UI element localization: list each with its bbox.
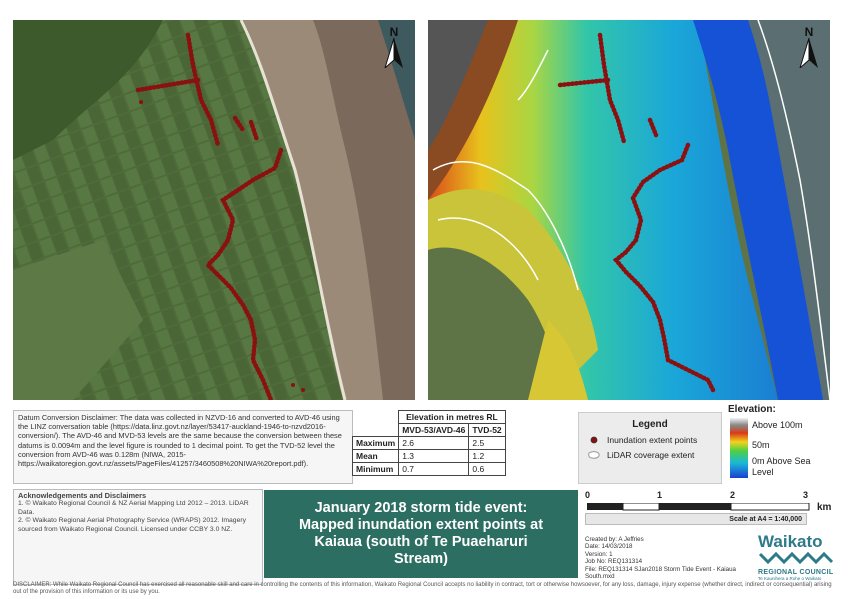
ack-line: 2. © Waikato Regional Aerial Photography… — [18, 517, 247, 533]
scale-unit: km — [817, 502, 832, 513]
title-line: Kaiaua (south of Te Puaeharuri — [314, 534, 528, 550]
logo-tagline: Te Kaunihera a Rohe o Waikato — [758, 576, 822, 581]
lidar-elevation — [428, 20, 830, 400]
legend-title: Legend — [632, 419, 668, 430]
scale-tick: 1 — [657, 490, 663, 500]
elevation-low: 0m Above Sea — [752, 456, 811, 466]
table-cell: 0.7 — [398, 462, 470, 476]
legend-item-lidar: LiDAR coverage extent — [587, 450, 721, 460]
north-arrow-icon — [384, 38, 403, 68]
meta-line: File: REQ131314 SJan2018 Storm Tide Even… — [585, 565, 736, 581]
title-line: January 2018 storm tide event: — [314, 500, 528, 516]
north-label: N — [389, 25, 399, 39]
row-label: Minimum — [351, 462, 400, 476]
table-blank — [352, 423, 400, 437]
datum-disclaimer: Datum Conversion Disclaimer: The data wa… — [13, 410, 353, 484]
lidar-extent-icon — [588, 451, 600, 459]
ack-line: 1. © Waikato Regional Council & NZ Aeria… — [18, 500, 249, 516]
table-cell: 0.6 — [468, 462, 506, 476]
legend-lidar-label: LiDAR coverage extent — [607, 450, 695, 460]
meta-line: Job No: REQ131314 — [585, 558, 643, 566]
title-line: Stream) — [394, 551, 448, 567]
legend: Legend Inundation extent points LiDAR co… — [578, 412, 722, 484]
scale-text: Scale at A4 = 1:40,000 — [585, 513, 807, 525]
meta-line: Created by: A Jeffries — [585, 536, 644, 543]
table-cell: 1.3 — [398, 449, 470, 463]
north-label: N — [804, 25, 814, 39]
logo-wave-icon — [758, 551, 834, 565]
table-cell: 2.6 — [398, 436, 470, 450]
row-label: Maximum — [351, 436, 400, 450]
elevation-mid: 50m — [752, 440, 770, 450]
table-cell: 2.5 — [468, 436, 506, 450]
row-label: Mean — [351, 449, 400, 463]
scale-tick: 0 — [585, 490, 591, 500]
elevation-low-2: Level — [752, 467, 774, 477]
north-arrow-icon — [799, 38, 818, 68]
table-row: Maximum 2.6 2.5 — [351, 436, 506, 450]
aerial-imagery — [13, 20, 415, 400]
north-arrow-left: N — [383, 26, 405, 70]
point-marker-icon — [590, 436, 598, 444]
footer-disclaimer: DISCLAIMER: While Waikato Regional Counc… — [13, 582, 832, 596]
table-corner — [353, 411, 399, 424]
elevation-color-ramp — [730, 418, 748, 478]
scale-tick: 3 — [803, 490, 809, 500]
acknowledgements: Acknowledgements and Disclaimers 1. © Wa… — [13, 489, 263, 585]
table-row: Mean 1.3 1.2 — [351, 449, 506, 463]
scale-bar: 0 1 2 3 km Scale at A4 = 1:40,000 — [585, 490, 835, 530]
north-arrow-right: N — [798, 26, 820, 70]
map-metadata: Created by: A Jeffries Date: 14/03/2018 … — [585, 536, 765, 580]
elevation-title: Elevation: — [728, 404, 776, 415]
legend-item-points: Inundation extent points — [587, 435, 721, 445]
elevation-table: Elevation in metres RL MVD-53/AVD-46 TVD… — [351, 410, 506, 476]
logo-sub: REGIONAL COUNCIL — [758, 569, 834, 576]
table-cell: 1.2 — [468, 449, 506, 463]
map-title: January 2018 storm tide event: Mapped in… — [264, 490, 578, 578]
table-header: Elevation in metres RL — [398, 410, 506, 424]
title-line: Mapped inundation extent points at — [298, 517, 544, 533]
meta-line: Version: 1 — [585, 550, 613, 558]
elevation-high: Above 100m — [752, 420, 803, 430]
table-row: Minimum 0.7 0.6 — [351, 462, 506, 476]
scale-bar-graphic — [587, 503, 810, 511]
waikato-logo: Waikato REGIONAL COUNCIL Te Kaunihera a … — [758, 533, 838, 581]
lidar-elevation-map: N — [428, 20, 830, 400]
logo-name: Waikato — [758, 532, 823, 551]
column-header: TVD-52 — [468, 423, 506, 437]
column-header: MVD-53/AVD-46 — [398, 423, 470, 437]
elevation-legend: Elevation: Above 100m 50m 0m Above Sea L… — [728, 404, 838, 486]
aerial-imagery-map: N — [13, 20, 415, 400]
legend-points-label: Inundation extent points — [607, 435, 698, 445]
scale-tick: 2 — [730, 490, 736, 500]
meta-line: Date: 14/03/2018 — [585, 543, 633, 551]
